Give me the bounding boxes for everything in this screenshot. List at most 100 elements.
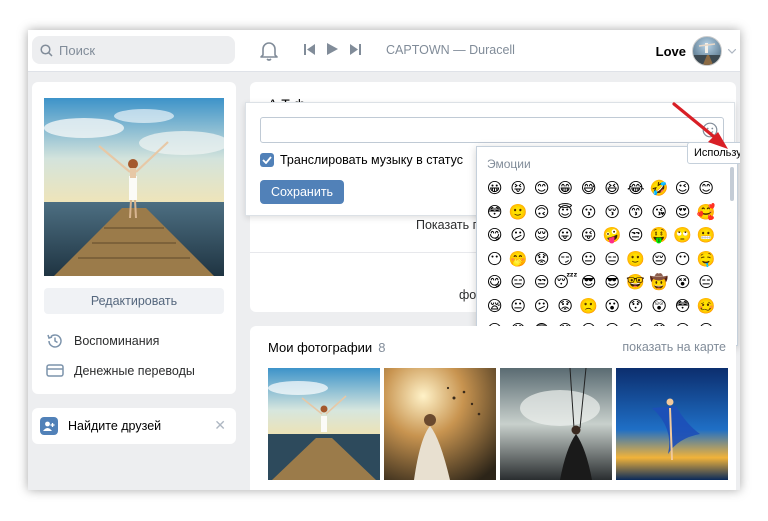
emoji-item[interactable]: 😊 — [530, 177, 554, 201]
checkmark-icon — [262, 156, 272, 164]
emoji-item[interactable]: 😍 — [671, 201, 695, 225]
top-bar: CAPTOWN — Duracell Love — [28, 30, 740, 72]
emoji-item[interactable]: 😶 — [671, 248, 695, 272]
emoji-item[interactable]: 😳 — [483, 201, 507, 225]
photo-thumbnail[interactable] — [500, 368, 612, 480]
emoji-item[interactable]: 😘 — [648, 201, 672, 225]
emoji-item[interactable]: 🤓 — [624, 271, 648, 295]
broadcast-music-checkbox[interactable] — [260, 153, 274, 167]
money-transfers-label: Денежные переводы — [74, 364, 195, 378]
emoji-item[interactable]: 😮 — [601, 295, 625, 319]
emoji-item[interactable]: 😑 — [601, 248, 625, 272]
photos-title[interactable]: Мои фотографии 8 — [268, 340, 385, 355]
status-input[interactable] — [260, 117, 724, 143]
memories-link[interactable]: Воспоминания — [46, 332, 159, 350]
emoji-item[interactable]: 🥰 — [695, 201, 719, 225]
emoji-item[interactable]: 🤪 — [601, 224, 625, 248]
profile-photo[interactable] — [44, 98, 224, 276]
emoji-scrollbar[interactable] — [730, 167, 734, 201]
red-arrow-annotation — [672, 102, 728, 149]
emoji-item[interactable]: 😚 — [601, 201, 625, 225]
emoji-item[interactable]: 🤠 — [648, 271, 672, 295]
emoji-item[interactable]: 😝 — [507, 177, 531, 201]
emoji-item[interactable]: 🙁 — [577, 295, 601, 319]
broadcast-music-row[interactable]: Транслировать музыку в статус — [260, 153, 463, 167]
notifications-bell-icon[interactable] — [260, 41, 278, 66]
emoji-item[interactable]: 😎 — [601, 271, 625, 295]
emoji-item[interactable]: 🙂 — [507, 201, 531, 225]
history-icon — [47, 334, 62, 348]
show-more-link[interactable]: Показать п — [416, 218, 479, 232]
emoji-item[interactable]: 😋 — [483, 271, 507, 295]
emoji-grid: 😀 😝 😊 😁 😅 😆 😂 🤣 😉 😊 😳 🙂 🙃 😇 😗 😚 😙 😘 😍 🥰 😋 😕 😌 😛 😜 🤪 😒 🤑 🙄 😬 😶 🤭 😟 😏 😐 😑 🙂 😔 😶 🤤… — [483, 177, 723, 342]
emoji-item[interactable]: 😔 — [648, 248, 672, 272]
find-friends-card[interactable]: Найдите друзей ✕ — [32, 408, 236, 444]
emoji-item[interactable]: 🥴 — [695, 295, 719, 319]
emoji-item[interactable]: 😑 — [695, 271, 719, 295]
emoji-item[interactable]: 😕 — [507, 224, 531, 248]
emoji-item[interactable]: 😆 — [601, 177, 625, 201]
emoji-item[interactable]: 😑 — [507, 271, 531, 295]
emoji-item[interactable]: 😙 — [624, 201, 648, 225]
photos-count: 8 — [378, 340, 386, 355]
emoji-item[interactable]: 😅 — [577, 177, 601, 201]
memories-label: Воспоминания — [74, 334, 160, 348]
money-transfers-link[interactable]: Денежные переводы — [46, 363, 195, 379]
emoji-item[interactable]: 😪 — [483, 295, 507, 319]
save-button[interactable]: Сохранить — [260, 180, 344, 204]
emoji-item[interactable]: 🤑 — [648, 224, 672, 248]
emoji-item[interactable]: 😋 — [483, 224, 507, 248]
emoji-item[interactable]: 🙄 — [671, 224, 695, 248]
close-icon[interactable]: ✕ — [214, 417, 226, 434]
emoji-item[interactable]: 😂 — [624, 177, 648, 201]
emoji-item[interactable]: 😐 — [577, 248, 601, 272]
profile-card: Редактировать Воспоминания Денежные пере… — [32, 82, 236, 394]
emoji-item[interactable]: 😶 — [483, 248, 507, 272]
photo-thumbnail[interactable] — [268, 368, 380, 480]
emoji-item[interactable]: 😕 — [530, 295, 554, 319]
emoji-item[interactable]: 😊 — [695, 177, 719, 201]
emoji-item[interactable]: 🤣 — [648, 177, 672, 201]
search-box[interactable] — [32, 36, 235, 64]
now-playing-track[interactable]: CAPTOWN — Duracell — [386, 43, 515, 57]
emoji-item[interactable]: 😵 — [671, 271, 695, 295]
emoji-item[interactable]: 😒 — [530, 271, 554, 295]
emoji-item[interactable]: 😲 — [648, 295, 672, 319]
emoji-item[interactable]: 😀 — [483, 177, 507, 201]
broadcast-music-label: Транслировать музыку в статус — [280, 153, 463, 167]
emoji-item[interactable]: 😜 — [577, 224, 601, 248]
photo-label-partial: фо — [459, 288, 477, 302]
emoji-item[interactable]: 😟 — [530, 248, 554, 272]
emoji-item[interactable]: 😎 — [577, 271, 601, 295]
my-photos-card: Мои фотографии 8 показать на карте — [250, 326, 736, 490]
edit-profile-button[interactable]: Редактировать — [44, 288, 224, 314]
emoji-item[interactable]: 😐 — [507, 295, 531, 319]
emoji-item[interactable]: 😇 — [554, 201, 578, 225]
search-input[interactable] — [59, 42, 209, 58]
next-track-icon[interactable] — [350, 43, 361, 55]
emoji-item[interactable]: 😟 — [554, 295, 578, 319]
emoji-item[interactable]: 😌 — [530, 224, 554, 248]
emoji-item[interactable]: 😛 — [554, 224, 578, 248]
emoji-item[interactable]: 😯 — [624, 295, 648, 319]
user-menu[interactable]: Love — [656, 36, 736, 66]
avatar — [692, 36, 722, 66]
emoji-item[interactable]: 🙂 — [624, 248, 648, 272]
emoji-item[interactable]: 😁 — [554, 177, 578, 201]
emoji-item[interactable]: 😴 — [554, 271, 578, 295]
emoji-item[interactable]: 😬 — [695, 224, 719, 248]
play-icon[interactable] — [327, 43, 338, 55]
emoji-item[interactable]: 😉 — [671, 177, 695, 201]
photo-thumbnail[interactable] — [384, 368, 496, 480]
photo-thumbnail[interactable] — [616, 368, 728, 480]
show-on-map-link[interactable]: показать на карте — [622, 340, 726, 354]
emoji-item[interactable]: 😏 — [554, 248, 578, 272]
previous-track-icon[interactable] — [304, 43, 315, 55]
emoji-item[interactable]: 🙃 — [530, 201, 554, 225]
emoji-item[interactable]: 🤤 — [695, 248, 719, 272]
emoji-item[interactable]: 😳 — [671, 295, 695, 319]
emoji-item[interactable]: 🤭 — [507, 248, 531, 272]
browser-viewport: CAPTOWN — Duracell Love — [28, 30, 740, 490]
emoji-item[interactable]: 😒 — [624, 224, 648, 248]
emoji-item[interactable]: 😗 — [577, 201, 601, 225]
